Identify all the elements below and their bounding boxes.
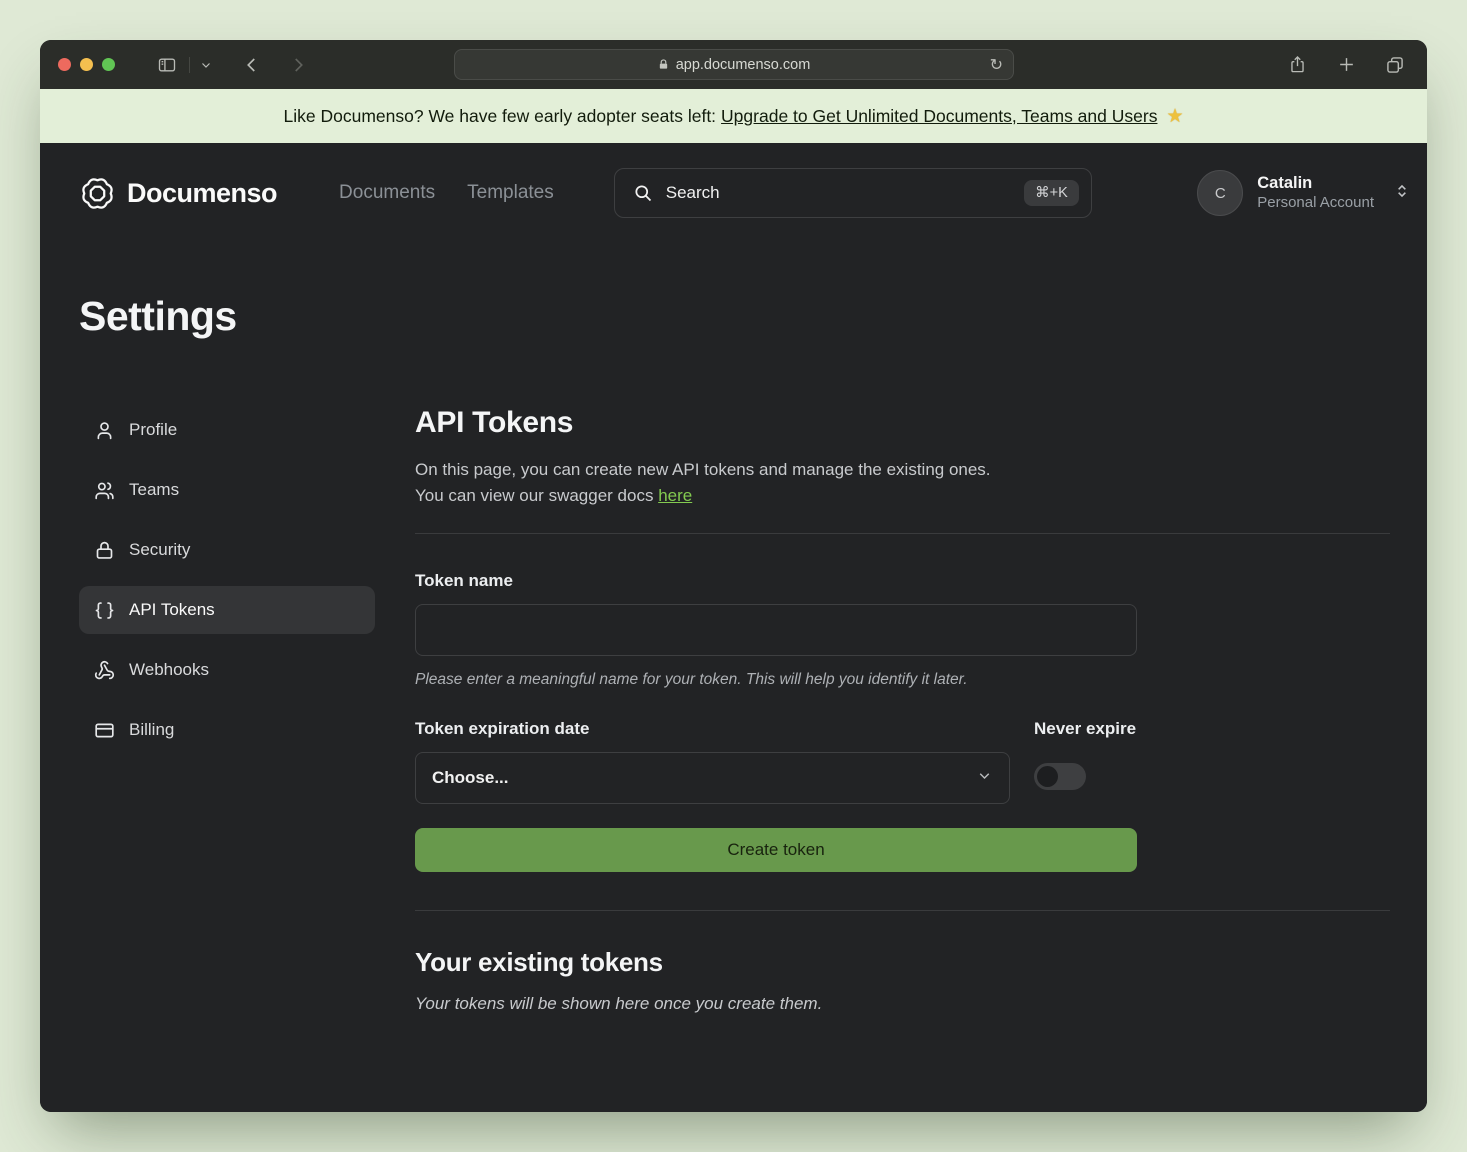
credit-card-icon bbox=[94, 720, 115, 741]
browser-window: app.documenso.com ↻ bbox=[40, 40, 1427, 1112]
never-expire-label: Never expire bbox=[1034, 719, 1136, 739]
chevron-up-down-icon bbox=[1394, 182, 1410, 205]
sidebar-item-security[interactable]: Security bbox=[79, 526, 375, 574]
sidebar-item-billing[interactable]: Billing bbox=[79, 706, 375, 754]
divider bbox=[415, 910, 1390, 911]
traffic-lights bbox=[58, 58, 115, 71]
expiration-select[interactable]: Choose... bbox=[415, 752, 1010, 804]
minimize-window-button[interactable] bbox=[80, 58, 93, 71]
account-menu[interactable]: C Catalin Personal Account bbox=[1197, 170, 1410, 216]
brand-name: Documenso bbox=[127, 178, 277, 209]
avatar: C bbox=[1197, 170, 1243, 216]
swagger-docs-link[interactable]: here bbox=[658, 486, 692, 505]
app-header: Documenso Documents Templates Search ⌘+K… bbox=[40, 143, 1427, 243]
divider bbox=[415, 533, 1390, 534]
sidebar-item-teams[interactable]: Teams bbox=[79, 466, 375, 514]
sidebar-item-webhooks[interactable]: Webhooks bbox=[79, 646, 375, 694]
app-content: Documenso Documents Templates Search ⌘+K… bbox=[40, 143, 1427, 1112]
existing-tokens-heading: Your existing tokens bbox=[415, 947, 1390, 978]
reload-icon[interactable]: ↻ bbox=[990, 55, 1003, 75]
url-text: app.documenso.com bbox=[676, 57, 811, 73]
api-tokens-panel: API Tokens On this page, you can create … bbox=[415, 406, 1390, 1014]
braces-icon bbox=[94, 600, 115, 621]
search-icon bbox=[633, 183, 653, 203]
zoom-window-button[interactable] bbox=[102, 58, 115, 71]
description-line1: On this page, you can create new API tok… bbox=[415, 460, 991, 479]
banner-text: Like Documenso? We have few early adopte… bbox=[284, 106, 717, 127]
search-shortcut-badge: ⌘+K bbox=[1024, 180, 1079, 206]
upgrade-banner: Like Documenso? We have few early adopte… bbox=[40, 89, 1427, 143]
titlebar-separator bbox=[189, 57, 190, 73]
toggle-knob bbox=[1037, 766, 1058, 787]
sidebar-chevron-down-icon[interactable] bbox=[198, 51, 214, 79]
lock-icon bbox=[94, 540, 115, 561]
sidebar-item-label: API Tokens bbox=[129, 600, 215, 620]
existing-tokens-empty-text: Your tokens will be shown here once you … bbox=[415, 994, 1390, 1014]
forward-button bbox=[284, 51, 312, 79]
section-heading: API Tokens bbox=[415, 406, 1390, 440]
sidebar-toggle-icon[interactable] bbox=[153, 51, 181, 79]
description-line2: You can view our swagger docs bbox=[415, 486, 658, 505]
create-token-button[interactable]: Create token bbox=[415, 828, 1137, 872]
search-input[interactable]: Search ⌘+K bbox=[614, 168, 1092, 218]
sidebar-item-label: Billing bbox=[129, 720, 174, 740]
never-expire-toggle[interactable] bbox=[1034, 763, 1086, 790]
sidebar-item-label: Webhooks bbox=[129, 660, 209, 680]
sidebar-item-label: Security bbox=[129, 540, 190, 560]
token-name-input[interactable] bbox=[415, 604, 1137, 656]
star-icon: ★ bbox=[1166, 105, 1183, 128]
webhook-icon bbox=[94, 660, 115, 681]
chevron-down-icon bbox=[976, 767, 993, 789]
sidebar-item-profile[interactable]: Profile bbox=[79, 406, 375, 454]
token-name-label: Token name bbox=[415, 571, 1390, 591]
sidebar-item-api-tokens[interactable]: API Tokens bbox=[79, 586, 375, 634]
main-nav: Documents Templates bbox=[339, 182, 554, 204]
expiration-label: Token expiration date bbox=[415, 719, 1010, 739]
share-icon[interactable] bbox=[1283, 51, 1311, 79]
settings-sidebar: Profile Teams bbox=[79, 406, 375, 1014]
sidebar-item-label: Profile bbox=[129, 420, 177, 440]
account-type: Personal Account bbox=[1257, 194, 1374, 213]
close-window-button[interactable] bbox=[58, 58, 71, 71]
new-tab-icon[interactable] bbox=[1332, 51, 1360, 79]
tab-overview-icon[interactable] bbox=[1381, 51, 1409, 79]
address-bar[interactable]: app.documenso.com ↻ bbox=[454, 49, 1014, 80]
account-name: Catalin bbox=[1257, 173, 1374, 194]
browser-titlebar: app.documenso.com ↻ bbox=[40, 40, 1427, 89]
search-placeholder: Search bbox=[666, 183, 1011, 203]
tls-lock-icon bbox=[658, 58, 669, 71]
page-title: Settings bbox=[79, 293, 1390, 340]
upgrade-link[interactable]: Upgrade to Get Unlimited Documents, Team… bbox=[721, 106, 1157, 127]
token-name-help: Please enter a meaningful name for your … bbox=[415, 671, 1390, 689]
users-icon bbox=[94, 480, 115, 501]
sidebar-item-label: Teams bbox=[129, 480, 179, 500]
nav-templates[interactable]: Templates bbox=[467, 182, 554, 204]
section-description: On this page, you can create new API tok… bbox=[415, 457, 1390, 508]
brand-logo[interactable]: Documenso bbox=[79, 175, 277, 212]
expiration-value: Choose... bbox=[432, 768, 509, 788]
user-icon bbox=[94, 420, 115, 441]
documenso-logo-icon bbox=[79, 175, 116, 212]
back-button[interactable] bbox=[238, 51, 266, 79]
nav-documents[interactable]: Documents bbox=[339, 182, 435, 204]
